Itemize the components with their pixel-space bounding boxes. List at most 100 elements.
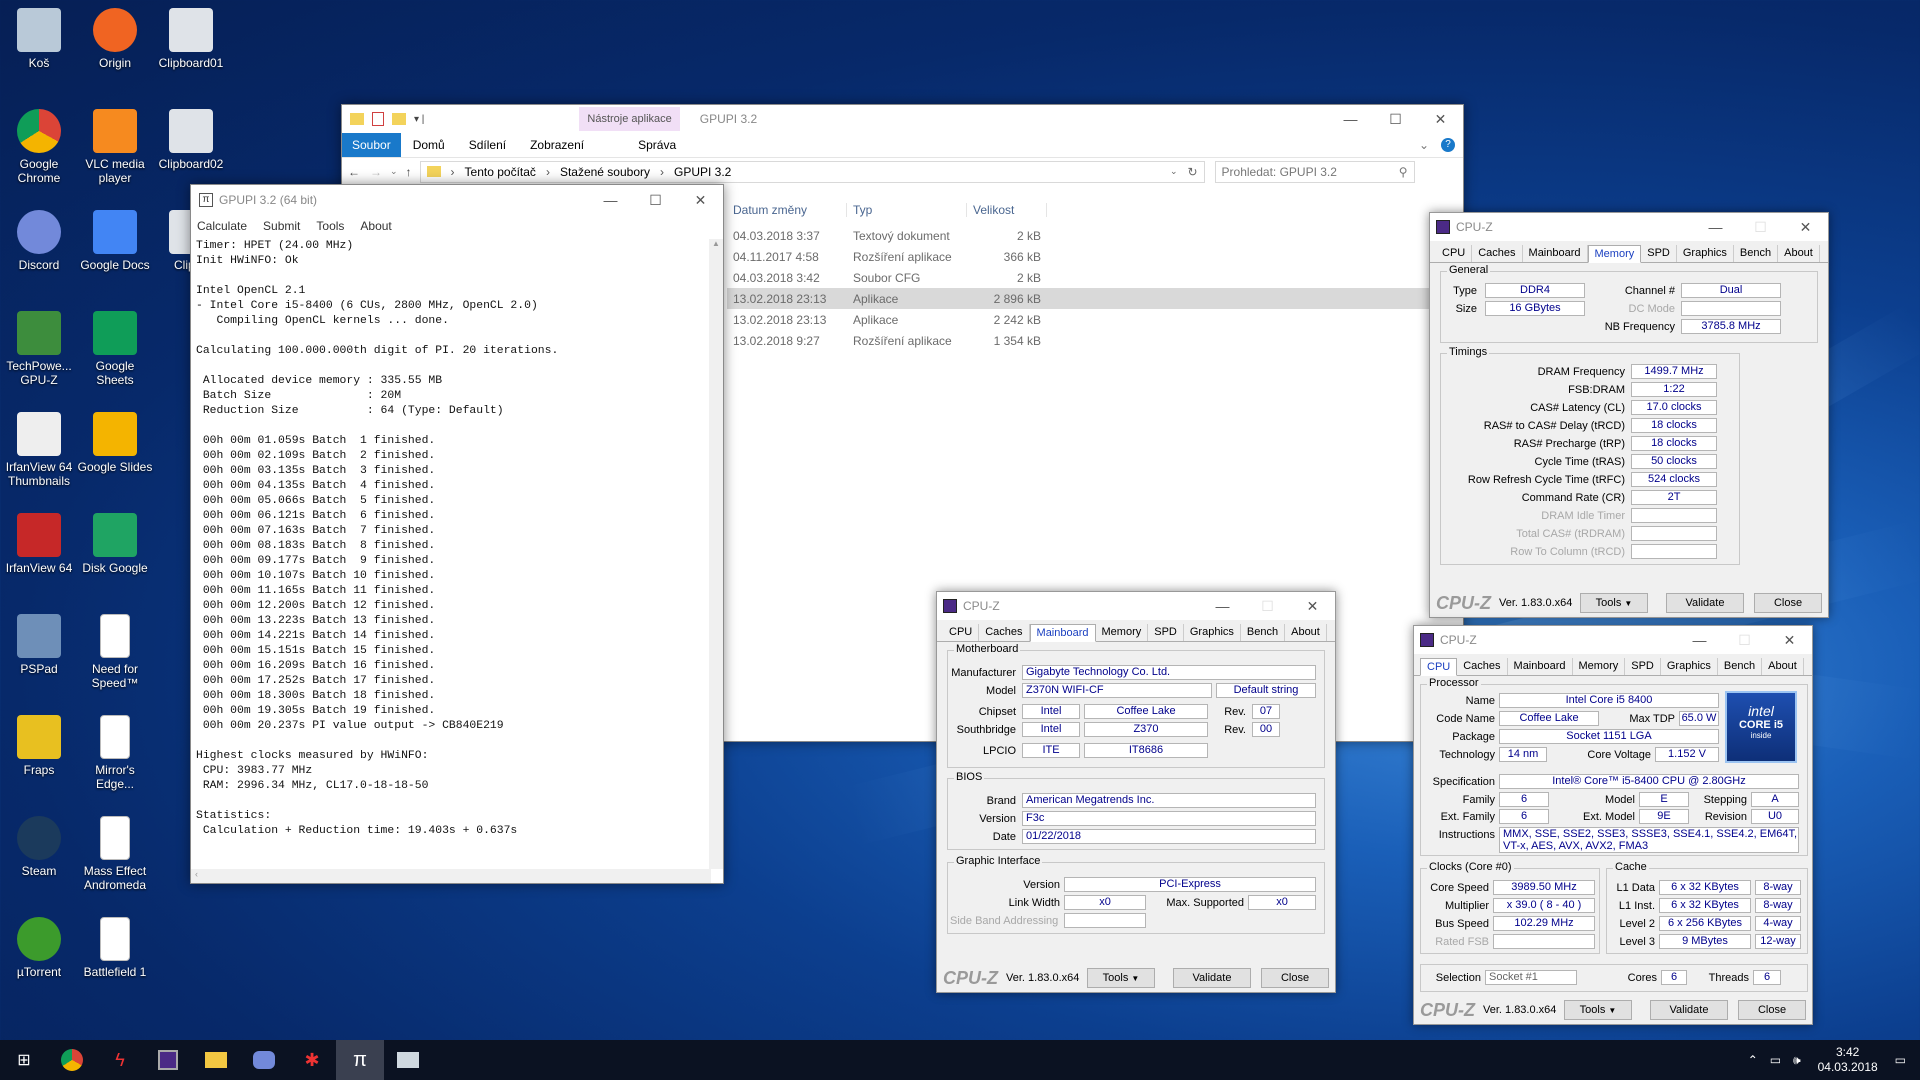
back-icon[interactable]: ← bbox=[348, 165, 360, 179]
tab-domu[interactable]: Domů bbox=[401, 133, 457, 157]
close-button[interactable]: ✕ bbox=[1290, 598, 1335, 615]
desktop-icon[interactable]: Discord bbox=[0, 210, 78, 272]
tab-graphics[interactable]: Graphics bbox=[1661, 658, 1718, 675]
taskbar-explorer-icon[interactable] bbox=[192, 1040, 240, 1080]
tab-about[interactable]: About bbox=[1762, 658, 1804, 675]
taskbar-gpupi-icon[interactable]: π bbox=[336, 1040, 384, 1080]
tab-spd[interactable]: SPD bbox=[1148, 624, 1184, 641]
clock[interactable]: 3:42 04.03.2018 bbox=[1813, 1045, 1883, 1075]
desktop-icon[interactable]: µTorrent bbox=[0, 917, 78, 979]
refresh-icon[interactable]: ↻ bbox=[1187, 165, 1197, 179]
quick-access-dropdown-icon[interactable]: ▾ | bbox=[414, 114, 424, 125]
taskbar-chrome-icon[interactable] bbox=[48, 1040, 96, 1080]
horizontal-scrollbar[interactable]: ‹ bbox=[191, 869, 711, 883]
socket-select[interactable]: Socket #1 bbox=[1485, 970, 1577, 985]
tab-cpu[interactable]: CPU bbox=[1420, 658, 1458, 676]
tab-graphics[interactable]: Graphics bbox=[1677, 245, 1734, 262]
minimize-button[interactable]: — bbox=[1677, 632, 1722, 649]
taskbar-discord-icon[interactable] bbox=[240, 1040, 288, 1080]
tab-bench[interactable]: Bench bbox=[1734, 245, 1779, 262]
validate-button[interactable]: Validate bbox=[1666, 593, 1744, 613]
file-row[interactable]: 04.11.2017 4:58 Rozšíření aplikace 366 kB bbox=[727, 246, 1437, 267]
tab-sdileni[interactable]: Sdílení bbox=[457, 133, 518, 157]
tab-bench[interactable]: Bench bbox=[1718, 658, 1763, 675]
tab-bench[interactable]: Bench bbox=[1241, 624, 1286, 641]
desktop-icon[interactable]: Steam bbox=[0, 816, 78, 878]
close-button[interactable]: ✕ bbox=[678, 192, 723, 209]
tab-about[interactable]: About bbox=[1285, 624, 1327, 641]
notifications-icon[interactable]: ▭ bbox=[1895, 1053, 1906, 1067]
minimize-button[interactable]: — bbox=[588, 192, 633, 209]
validate-button[interactable]: Validate bbox=[1650, 1000, 1728, 1020]
desktop-icon[interactable]: PSPad bbox=[0, 614, 78, 676]
file-row[interactable]: 04.03.2018 3:42 Soubor CFG 2 kB bbox=[727, 267, 1437, 288]
desktop-icon[interactable]: Clipboard02 bbox=[152, 109, 230, 171]
address-bar[interactable]: › Tento počítač › Stažené soubory › GPUP… bbox=[419, 160, 1205, 183]
tools-button[interactable]: Tools ▼ bbox=[1087, 968, 1155, 988]
properties-icon[interactable] bbox=[372, 112, 384, 126]
desktop-icon[interactable]: Koš bbox=[0, 8, 78, 70]
desktop-icon[interactable]: TechPowe... GPU-Z bbox=[0, 311, 78, 387]
tab-zobrazeni[interactable]: Zobrazení bbox=[518, 133, 596, 157]
desktop-icon[interactable]: Fraps bbox=[0, 715, 78, 777]
desktop-icon[interactable]: Origin bbox=[76, 8, 154, 70]
col-date[interactable]: Datum změny bbox=[727, 203, 847, 217]
start-button[interactable]: ⊞ bbox=[0, 1040, 48, 1080]
tab-about[interactable]: About bbox=[1778, 245, 1820, 262]
tab-cpu[interactable]: CPU bbox=[943, 624, 980, 641]
maximize-button[interactable]: ☐ bbox=[633, 192, 678, 209]
folder-icon[interactable] bbox=[350, 113, 364, 125]
tab-mainboard[interactable]: Mainboard bbox=[1523, 245, 1588, 262]
close-button[interactable]: ✕ bbox=[1767, 632, 1812, 649]
desktop-icon[interactable]: Mass Effect Andromeda bbox=[76, 816, 154, 892]
minimize-button[interactable]: — bbox=[1328, 111, 1373, 128]
context-tab[interactable]: Nástroje aplikace bbox=[579, 107, 680, 131]
desktop-icon[interactable]: Google Chrome bbox=[0, 109, 78, 185]
tab-graphics[interactable]: Graphics bbox=[1184, 624, 1241, 641]
dropdown-icon[interactable]: ⌄ bbox=[1170, 166, 1178, 177]
tab-mainboard[interactable]: Mainboard bbox=[1508, 658, 1573, 675]
recent-icon[interactable]: ⌄ bbox=[390, 166, 398, 177]
close-button[interactable]: ✕ bbox=[1418, 111, 1463, 128]
help-icon[interactable]: ? bbox=[1441, 138, 1455, 152]
file-row[interactable]: 13.02.2018 9:27 Rozšíření aplikace 1 354 k… bbox=[727, 330, 1437, 351]
minimize-button[interactable]: — bbox=[1693, 219, 1738, 236]
col-size[interactable]: Velikost bbox=[967, 203, 1047, 217]
taskbar-lightning-icon[interactable]: ϟ bbox=[96, 1040, 144, 1080]
desktop-icon[interactable]: Google Docs bbox=[76, 210, 154, 272]
file-row[interactable]: 04.03.2018 3:37 Textový dokument 2 kB bbox=[727, 225, 1437, 246]
close-button[interactable]: Close bbox=[1738, 1000, 1806, 1020]
up-icon[interactable]: ↑ bbox=[406, 165, 412, 179]
search-icon[interactable]: ⚲ bbox=[1399, 165, 1408, 179]
close-button[interactable]: Close bbox=[1261, 968, 1329, 988]
menu-about[interactable]: About bbox=[360, 219, 391, 233]
desktop-icon[interactable]: Google Slides bbox=[76, 412, 154, 474]
tab-spd[interactable]: SPD bbox=[1625, 658, 1661, 675]
taskbar-cpuz-icon[interactable] bbox=[144, 1040, 192, 1080]
tools-button[interactable]: Tools ▼ bbox=[1580, 593, 1648, 613]
maximize-button[interactable]: ☐ bbox=[1722, 632, 1767, 649]
tab-caches[interactable]: Caches bbox=[979, 624, 1030, 641]
maximize-button[interactable]: ☐ bbox=[1373, 111, 1418, 128]
menu-submit[interactable]: Submit bbox=[263, 219, 300, 233]
ribbon-expand-icon[interactable]: ⌄ bbox=[1407, 133, 1441, 157]
validate-button[interactable]: Validate bbox=[1173, 968, 1251, 988]
maximize-button[interactable]: ☐ bbox=[1738, 219, 1783, 236]
desktop-icon[interactable]: VLC media player bbox=[76, 109, 154, 185]
col-type[interactable]: Typ bbox=[847, 203, 967, 217]
tab-soubor[interactable]: Soubor bbox=[342, 133, 401, 157]
tab-cpu[interactable]: CPU bbox=[1436, 245, 1473, 262]
breadcrumb-item[interactable]: Tento počítač bbox=[465, 165, 536, 179]
desktop-icon[interactable]: Clipboard01 bbox=[152, 8, 230, 70]
file-row[interactable]: 13.02.2018 23:13 Aplikace 2 242 kB bbox=[727, 309, 1437, 330]
vertical-scrollbar[interactable]: ▲ bbox=[709, 239, 723, 869]
close-button[interactable]: ✕ bbox=[1783, 219, 1828, 236]
menu-calculate[interactable]: Calculate bbox=[197, 219, 247, 233]
desktop-icon[interactable]: Google Sheets bbox=[76, 311, 154, 387]
breadcrumb-item[interactable]: GPUPI 3.2 bbox=[674, 165, 731, 179]
tab-mainboard[interactable]: Mainboard bbox=[1029, 624, 1096, 642]
tab-memory[interactable]: Memory bbox=[1573, 658, 1626, 675]
close-button[interactable]: Close bbox=[1754, 593, 1822, 613]
volume-icon[interactable]: 🕪 bbox=[1793, 1053, 1801, 1068]
tray-expand-icon[interactable]: ⌃ bbox=[1748, 1053, 1758, 1067]
